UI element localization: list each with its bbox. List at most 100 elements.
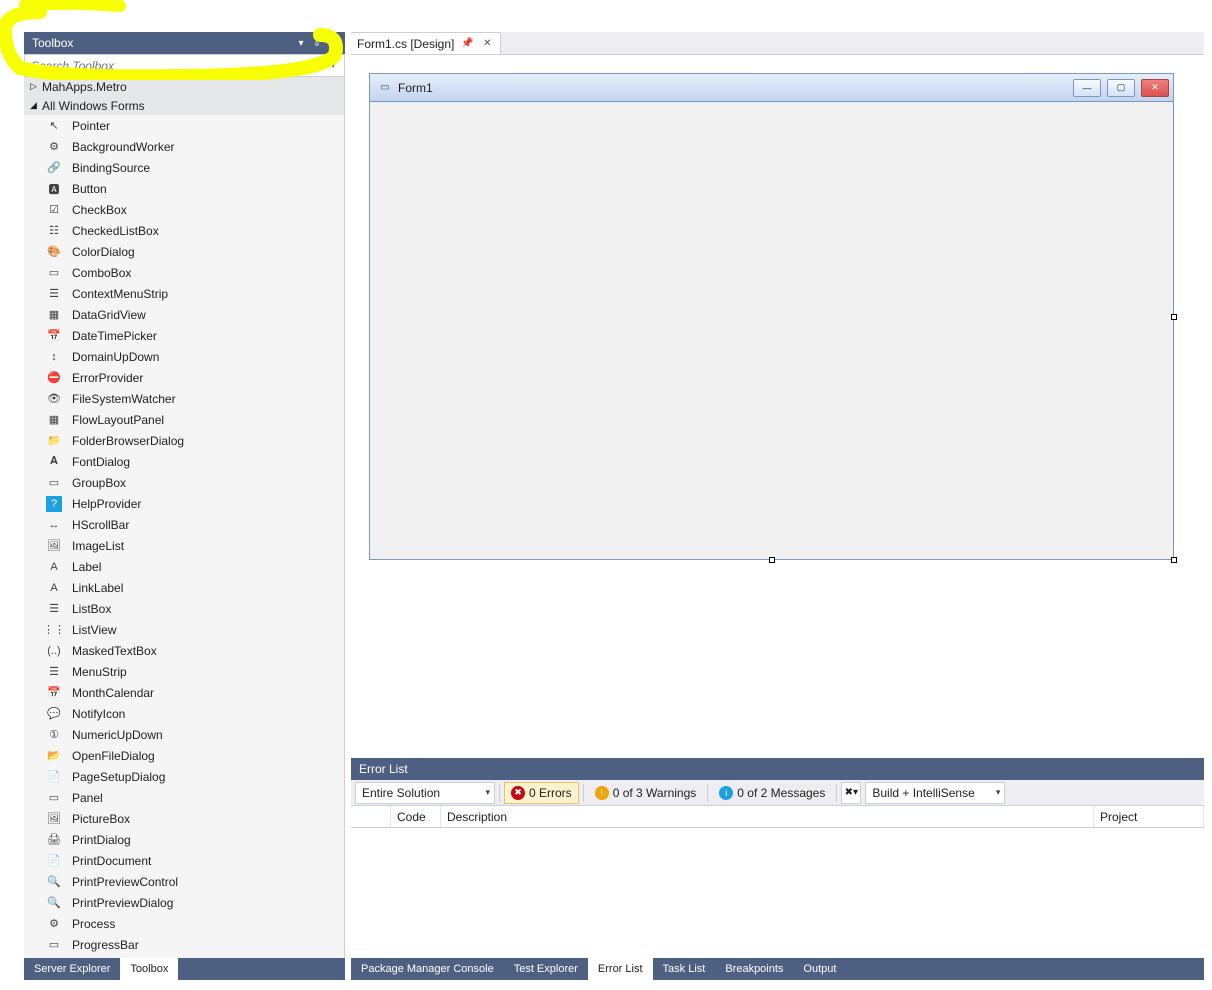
toolbox-item-linklabel[interactable]: ALinkLabel (24, 577, 344, 598)
scope-dropdown[interactable]: Entire Solution (355, 782, 495, 804)
resize-handle-corner[interactable] (1171, 557, 1177, 563)
toolbox-item-label: CheckBox (72, 203, 127, 217)
toolbox-item-groupbox[interactable]: ▭GroupBox (24, 472, 344, 493)
designer-surface[interactable]: ▭ Form1 — ▢ ✕ (351, 54, 1204, 758)
error-grid-body (351, 828, 1204, 958)
toolbox-item-printdocument[interactable]: 📄PrintDocument (24, 850, 344, 871)
toolbox-item-label: Button (72, 182, 107, 196)
toolbox-item-label: MenuStrip (72, 665, 127, 679)
errorprovider-icon: ⛔ (46, 370, 62, 386)
toolbox-tree[interactable]: ▷ MahApps.Metro ◢ All Windows Forms ↖Poi… (24, 77, 345, 958)
toolbox-item-label: ImageList (72, 539, 124, 553)
toolbox-item-errorprovider[interactable]: ⛔ErrorProvider (24, 367, 344, 388)
toolbox-item-helpprovider[interactable]: ?HelpProvider (24, 493, 344, 514)
pointer-icon: ↖ (46, 118, 62, 134)
toolbox-item-pagesetupdialog[interactable]: 📄PageSetupDialog (24, 766, 344, 787)
pin-icon[interactable]: ⇩ (309, 35, 325, 51)
tab-package-manager-console[interactable]: Package Manager Console (351, 958, 504, 980)
close-icon[interactable]: ✕ (480, 37, 494, 51)
close-button[interactable]: ✕ (1141, 79, 1169, 97)
warnings-filter[interactable]: ! 0 of 3 Warnings (588, 782, 704, 804)
build-filter-dropdown[interactable]: Build + IntelliSense (865, 782, 1005, 804)
toolbox-item-label: DataGridView (72, 308, 146, 322)
col-project[interactable]: Project (1094, 806, 1204, 827)
toolbox-item-pointer[interactable]: ↖Pointer (24, 115, 344, 136)
minimize-button[interactable]: — (1073, 79, 1101, 97)
toolbox-item-label[interactable]: ALabel (24, 556, 344, 577)
toolbox-item-hscrollbar[interactable]: ↔HScrollBar (24, 514, 344, 535)
col-code[interactable]: Code (391, 806, 441, 827)
tab-error-list[interactable]: Error List (588, 958, 653, 980)
toolbox-item-openfiledialog[interactable]: 📂OpenFileDialog (24, 745, 344, 766)
toolbox-item-printpreviewcontrol[interactable]: 🔍PrintPreviewControl (24, 871, 344, 892)
toolbox-item-button[interactable]: 🅰Button (24, 178, 344, 199)
search-dropdown-icon[interactable]: ▾ (322, 61, 344, 70)
datagridview-icon: ▦ (46, 307, 62, 323)
col-icon[interactable] (351, 806, 391, 827)
toolbox-item-backgroundworker[interactable]: ⚙BackgroundWorker (24, 136, 344, 157)
toolbox-item-progressbar[interactable]: ▭ProgressBar (24, 934, 344, 955)
menustrip-icon: ☰ (46, 664, 62, 680)
toolbox-item-domainupdown[interactable]: ↕DomainUpDown (24, 346, 344, 367)
document-tab-form1[interactable]: Form1.cs [Design] 📌 ✕ (351, 32, 501, 54)
toolbox-item-checkedlistbox[interactable]: ☷CheckedListBox (24, 220, 344, 241)
category-mahapps[interactable]: ▷ MahApps.Metro (24, 77, 344, 96)
toolbox-item-maskedtextbox[interactable]: (..)MaskedTextBox (24, 640, 344, 661)
toolbox-item-label: MaskedTextBox (72, 644, 157, 658)
dropdown-icon[interactable]: ▾ (293, 35, 309, 51)
toolbox-item-label: ComboBox (72, 266, 131, 280)
col-description[interactable]: Description (441, 806, 1094, 827)
toolbox-item-contextmenustrip[interactable]: ☰ContextMenuStrip (24, 283, 344, 304)
toolbox-item-label: ContextMenuStrip (72, 287, 168, 301)
search-icon[interactable]: 🔍 (300, 59, 322, 73)
maximize-button[interactable]: ▢ (1107, 79, 1135, 97)
monthcalendar-icon: 📅 (46, 685, 62, 701)
toolbox-item-bindingsource[interactable]: 🔗BindingSource (24, 157, 344, 178)
clear-filter-button[interactable]: ✖▾ (841, 782, 861, 804)
document-tabs: Form1.cs [Design] 📌 ✕ (351, 32, 1204, 54)
toolbox-item-combobox[interactable]: ▭ComboBox (24, 262, 344, 283)
toolbox-item-fontdialog[interactable]: 𝐀FontDialog (24, 451, 344, 472)
resize-handle-right[interactable] (1171, 314, 1177, 320)
folderbrowserdialog-icon: 📁 (46, 433, 62, 449)
flowlayoutpanel-icon: ▦ (46, 412, 62, 428)
toolbox-item-filesystemwatcher[interactable]: 👁FileSystemWatcher (24, 388, 344, 409)
toolbox-item-datagridview[interactable]: ▦ DataGridView (24, 304, 344, 325)
tab-toolbox[interactable]: Toolbox (120, 958, 178, 980)
toolbox-item-colordialog[interactable]: 🎨ColorDialog (24, 241, 344, 262)
category-all-windows-forms[interactable]: ◢ All Windows Forms (24, 96, 344, 115)
toolbox-item-printdialog[interactable]: 🖨PrintDialog (24, 829, 344, 850)
toolbox-item-notifyicon[interactable]: 💬NotifyIcon (24, 703, 344, 724)
toolbox-item-label: BackgroundWorker (72, 140, 175, 154)
tab-breakpoints[interactable]: Breakpoints (715, 958, 793, 980)
notifyicon-icon: 💬 (46, 706, 62, 722)
toolbox-item-numericupdown[interactable]: ①NumericUpDown (24, 724, 344, 745)
toolbox-item-datetimepicker[interactable]: 📅DateTimePicker (24, 325, 344, 346)
toolbox-item-listview[interactable]: ⋮⋮ListView (24, 619, 344, 640)
toolbox-item-checkbox[interactable]: ☑CheckBox (24, 199, 344, 220)
toolbox-item-flowlayoutpanel[interactable]: ▦ FlowLayoutPanel (24, 409, 344, 430)
toolbox-item-label: Label (72, 560, 101, 574)
toolbox-item-process[interactable]: ⚙Process (24, 913, 344, 934)
toolbox-item-printpreviewdialog[interactable]: 🔍PrintPreviewDialog (24, 892, 344, 913)
tab-server-explorer[interactable]: Server Explorer (24, 958, 120, 980)
toolbox-search[interactable]: 🔍 ▾ (24, 54, 345, 77)
toolbox-item-label: FlowLayoutPanel (72, 413, 164, 427)
resize-handle-bottom[interactable] (769, 557, 775, 563)
search-input[interactable] (25, 57, 300, 75)
toolbox-item-imagelist[interactable]: 🖼ImageList (24, 535, 344, 556)
messages-filter[interactable]: i 0 of 2 Messages (712, 782, 832, 804)
pin-icon[interactable]: 📌 (460, 37, 474, 51)
toolbox-item-menustrip[interactable]: ☰ MenuStrip (24, 661, 344, 682)
tab-task-list[interactable]: Task List (653, 958, 716, 980)
toolbox-item-listbox[interactable]: ☰ListBox (24, 598, 344, 619)
close-icon[interactable]: ✕ (325, 35, 341, 51)
toolbox-item-picturebox[interactable]: 🖼PictureBox (24, 808, 344, 829)
toolbox-item-folderbrowserdialog[interactable]: 📁FolderBrowserDialog (24, 430, 344, 451)
toolbox-item-monthcalendar[interactable]: 📅MonthCalendar (24, 682, 344, 703)
errors-filter[interactable]: ✖ 0 Errors (504, 782, 579, 804)
form-window[interactable]: ▭ Form1 — ▢ ✕ (369, 73, 1174, 560)
tab-output[interactable]: Output (793, 958, 846, 980)
tab-test-explorer[interactable]: Test Explorer (504, 958, 588, 980)
toolbox-item-panel[interactable]: ▭Panel (24, 787, 344, 808)
